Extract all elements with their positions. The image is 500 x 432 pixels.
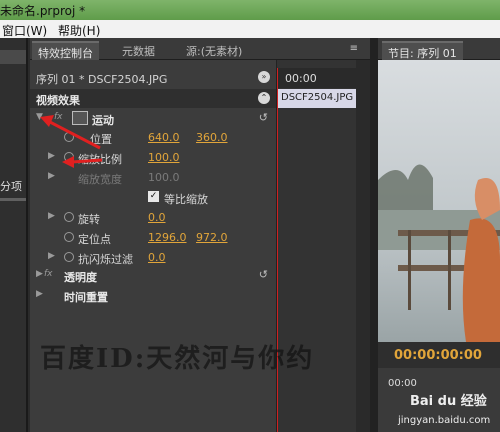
reset-icon[interactable]: ↺ [259,111,268,124]
time-ruler[interactable]: 00:00 [277,68,357,88]
expand-triangle-icon[interactable]: ▶ [36,289,43,299]
fx-icon[interactable]: fx [44,269,53,279]
param-label: 缩放比例 [78,153,122,166]
collapse-icon[interactable]: ⌃ [258,92,270,104]
param-row-uniform-scale: ✓ 等比缩放 [30,188,276,207]
motion-icon[interactable] [72,111,88,125]
clip-bar[interactable]: DSCF2504.JPG [278,89,356,108]
param-label: 定位点 [78,233,111,246]
video-preview-image [378,60,500,342]
sequence-header: 序列 01 * DSCF2504.JPG » [30,68,276,88]
panel-divider[interactable] [370,38,378,432]
program-video-frame [378,60,500,342]
left-panel-header [0,50,26,64]
param-label: 旋转 [78,213,100,226]
param-row-position: 位置 640.0 360.0 [30,128,276,147]
expand-triangle-icon[interactable]: ▶ [48,151,55,161]
menu-bar: 窗口(W) 帮助(H) [0,20,500,38]
param-row-scale: ▶ 缩放比例 100.0 [30,148,276,167]
expand-triangle-icon: ▶ [48,171,55,181]
ruler-timecode: 00:00 [285,72,317,85]
tab-program[interactable]: 节目: 序列 01 [382,41,463,60]
show-timeline-icon[interactable]: » [258,71,270,83]
expand-triangle-icon[interactable]: ▼ [36,112,43,122]
baidu-logo: Bai du 经验 [410,394,487,409]
vertical-scrollbar[interactable] [356,60,370,432]
clip-name: DSCF2504.JPG [281,92,354,103]
left-panel: 分项 [0,38,28,432]
param-row-anti-flicker: ▶ 抗闪烁过滤 0.0 [30,248,276,267]
rotation-value[interactable]: 0.0 [148,211,166,224]
menu-help[interactable]: 帮助(H) [58,22,100,39]
left-panel-label: 分项 [0,180,22,193]
tab-metadata[interactable]: 元数据 [116,41,161,60]
effect-controls-panel: 序列 01 * DSCF2504.JPG » 视频效果 ⌃ ▼ fx 运动 ↺ … [30,60,276,432]
video-effects-header: 视频效果 ⌃ [30,89,276,108]
effect-timeline: 00:00 DSCF2504.JPG [276,60,357,432]
tab-effect-controls[interactable]: 特效控制台 [32,41,99,60]
program-ruler-timecode: 00:00 [388,378,417,389]
fx-icon[interactable]: fx [54,112,63,122]
sequence-title: 序列 01 * DSCF2504.JPG [36,73,168,86]
stopwatch-icon[interactable] [64,232,74,242]
uniform-scale-checkbox[interactable]: ✓ [148,191,159,202]
effect-row-time-remap[interactable]: ▶ 时间重置 [30,286,276,305]
param-row-scale-width: ▶ 缩放宽度 100.0 [30,168,276,187]
position-y-value[interactable]: 360.0 [196,131,228,144]
scale-width-value: 100.0 [148,171,180,184]
video-effects-label: 视频效果 [36,94,80,107]
scale-value[interactable]: 100.0 [148,151,180,164]
param-row-rotation: ▶ 旋转 0.0 [30,208,276,227]
menu-window[interactable]: 窗口(W) [2,22,47,39]
effect-label: 透明度 [64,271,97,284]
watermark-text: 百度ID:天然河与你约 [40,344,315,374]
stopwatch-icon[interactable] [64,132,74,142]
left-panel-divider [0,198,26,201]
reset-icon[interactable]: ↺ [259,268,268,281]
param-label: 位置 [90,133,112,146]
anti-flicker-value[interactable]: 0.0 [148,251,166,264]
param-row-anchor: 定位点 1296.0 972.0 [30,228,276,247]
tab-source[interactable]: 源:(无素材) [180,41,248,60]
panel-tab-row: 特效控制台 元数据 源:(无素材) ≡ [30,38,370,60]
effect-label: 时间重置 [64,291,108,304]
expand-triangle-icon[interactable]: ▶ [36,269,43,279]
expand-triangle-icon[interactable]: ▶ [48,251,55,261]
param-label: 抗闪烁过滤 [78,253,133,266]
stopwatch-icon[interactable] [64,252,74,262]
stopwatch-icon[interactable] [64,152,74,162]
param-label: 等比缩放 [164,193,208,206]
effect-label: 运动 [92,114,114,127]
position-x-value[interactable]: 640.0 [148,131,180,144]
anchor-y-value[interactable]: 972.0 [196,231,228,244]
program-footer: 00:00:00:00 [378,342,500,368]
program-tab-row: 节目: 序列 01 [378,38,500,60]
effect-row-motion[interactable]: ▼ fx 运动 ↺ [30,109,276,128]
watermark-site: jingyan.baidu.com [398,415,491,426]
title-bar: 未命名.prproj * [0,0,500,20]
stopwatch-icon[interactable] [64,212,74,222]
expand-triangle-icon[interactable]: ▶ [48,211,55,221]
param-label: 缩放宽度 [78,173,122,186]
anchor-x-value[interactable]: 1296.0 [148,231,187,244]
effect-row-opacity[interactable]: ▶ fx 透明度 ↺ [30,266,276,285]
window-title: 未命名.prproj * [0,4,86,18]
panel-menu-icon[interactable]: ≡ [350,43,358,54]
program-timecode[interactable]: 00:00:00:00 [394,348,482,363]
playhead[interactable] [277,68,278,432]
